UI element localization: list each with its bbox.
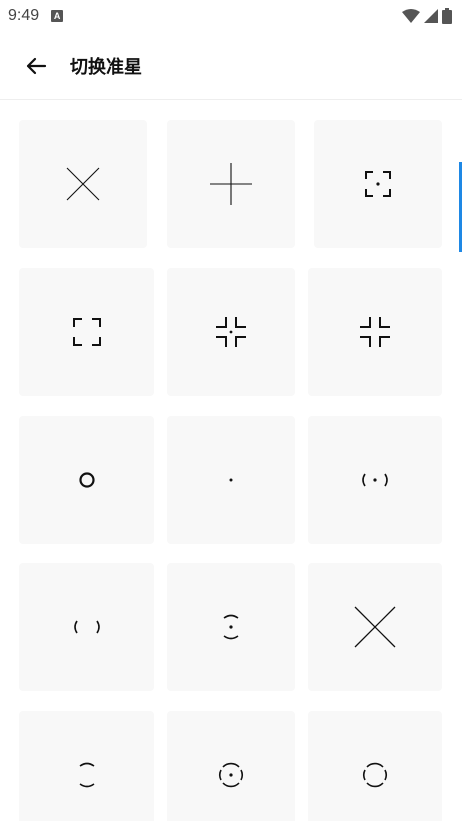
wifi-icon	[402, 9, 420, 23]
ring-icon	[78, 472, 95, 488]
crosshair-option-15[interactable]	[308, 711, 442, 821]
status-time: 9:49	[8, 7, 40, 24]
plus-cross-icon	[210, 163, 252, 205]
large-x-cross-icon	[354, 606, 396, 648]
bracket-corners-icon	[72, 318, 101, 346]
paren-dot-icon	[362, 473, 388, 487]
split-circle-icon	[363, 762, 387, 788]
app-bar: 切换准星	[0, 32, 462, 100]
crosshair-option-14[interactable]	[167, 711, 295, 821]
status-left: 9:49 A	[8, 7, 64, 25]
crosshair-option-6[interactable]	[308, 268, 442, 396]
corner-ticks-icon	[360, 317, 390, 347]
back-button[interactable]	[16, 46, 56, 86]
crosshair-option-13[interactable]	[19, 711, 154, 821]
battery-icon	[442, 8, 452, 24]
corner-ticks-dot-icon	[216, 317, 246, 347]
page-title: 切换准星	[70, 56, 142, 78]
crosshair-option-3[interactable]	[314, 120, 442, 248]
crosshair-option-4[interactable]	[19, 268, 154, 396]
crosshair-option-10[interactable]	[19, 563, 154, 691]
arc-dot-icon	[223, 614, 239, 640]
crosshair-option-5[interactable]	[167, 268, 295, 396]
crosshair-grid	[0, 101, 462, 821]
crosshair-option-8[interactable]	[167, 416, 295, 544]
dot-icon	[229, 478, 233, 482]
crosshair-option-1[interactable]	[19, 120, 147, 248]
paren-icon	[73, 620, 100, 634]
signal-icon	[424, 9, 438, 23]
split-circle-dot-icon	[219, 762, 243, 788]
arrow-left-icon	[26, 57, 47, 74]
crosshair-option-9[interactable]	[308, 416, 442, 544]
crosshair-option-7[interactable]	[19, 416, 154, 544]
crosshair-option-2[interactable]	[167, 120, 295, 248]
notification-badge: A	[51, 10, 64, 22]
crosshair-option-12[interactable]	[308, 563, 442, 691]
screen: 9:49 A 切换准星	[0, 0, 462, 821]
status-right	[402, 8, 452, 24]
bracket-dot-icon	[365, 171, 391, 197]
arc-icon	[79, 762, 94, 788]
x-cross-icon	[66, 167, 100, 201]
crosshair-option-11[interactable]	[167, 563, 295, 691]
status-bar: 9:49 A	[0, 0, 462, 32]
